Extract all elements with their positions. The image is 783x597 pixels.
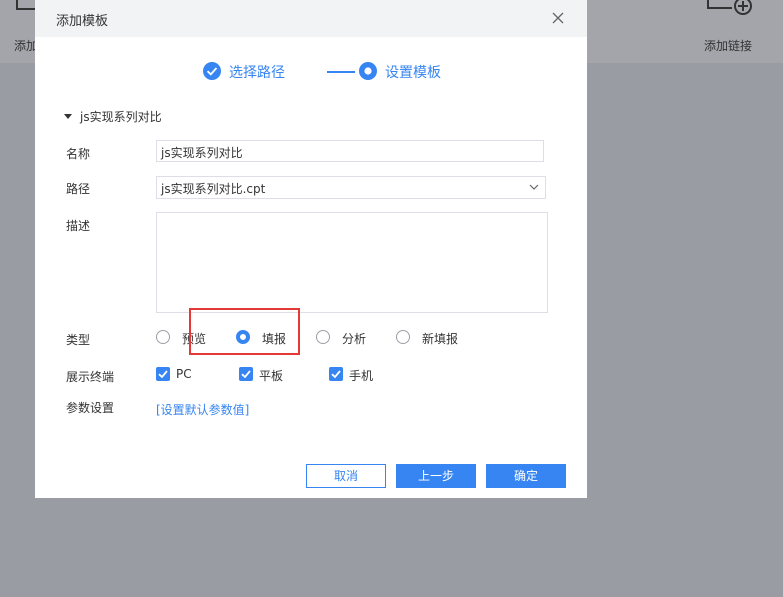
group-title: js实现系列对比 (80, 110, 162, 124)
name-label: 名称 (66, 147, 91, 161)
add-template-dialog: 添加模板 选择路径 设置模板 js实现系列对比 名称 js实现系列对比 路径 j… (35, 0, 587, 498)
dialog-title: 添加模板 (56, 14, 109, 29)
confirm-button[interactable]: 确定 (486, 464, 566, 488)
radio-circle (156, 330, 170, 344)
radio-circle (316, 330, 330, 344)
checkbox-checked-icon (156, 367, 170, 381)
name-input[interactable]: js实现系列对比 (156, 140, 544, 162)
checkbox-checked-icon (239, 367, 253, 381)
cancel-button[interactable]: 取消 (306, 464, 386, 488)
radio-label: 新填报 (422, 332, 459, 346)
check-circle-icon (203, 62, 221, 80)
path-value: js实现系列对比.cpt (161, 182, 266, 196)
radio-circle (396, 330, 410, 344)
param-label: 参数设置 (66, 401, 115, 415)
chevron-down-icon (529, 184, 539, 190)
description-label: 描述 (66, 219, 91, 233)
checkbox-label: PC (176, 367, 192, 381)
annotation-highlight-box (189, 308, 300, 355)
path-label: 路径 (66, 182, 91, 196)
checkbox-label: 平板 (259, 369, 284, 383)
path-select[interactable]: js实现系列对比.cpt (156, 176, 546, 199)
dialog-header: 添加模板 (35, 0, 587, 37)
checkbox-checked-icon (329, 367, 343, 381)
step-indicator: 选择路径 设置模板 (203, 61, 443, 81)
step-select-path: 选择路径 (229, 65, 285, 81)
background-add-link-label: 添加链接 (704, 39, 753, 53)
close-icon[interactable] (551, 11, 565, 25)
caret-down-icon (64, 114, 72, 119)
add-link-icon (707, 0, 752, 15)
type-label: 类型 (66, 333, 91, 347)
step-connector (327, 71, 355, 73)
set-default-params-link[interactable]: [设置默认参数值] (156, 401, 249, 418)
radio-label: 分析 (342, 332, 367, 346)
current-step-icon (359, 62, 377, 80)
step-set-template: 设置模板 (385, 65, 441, 81)
group-toggle[interactable]: js实现系列对比 (64, 108, 162, 125)
checkbox-label: 手机 (349, 369, 374, 383)
previous-step-button[interactable]: 上一步 (396, 464, 476, 488)
terminal-label: 展示终端 (66, 370, 115, 384)
description-textarea[interactable] (156, 212, 548, 313)
